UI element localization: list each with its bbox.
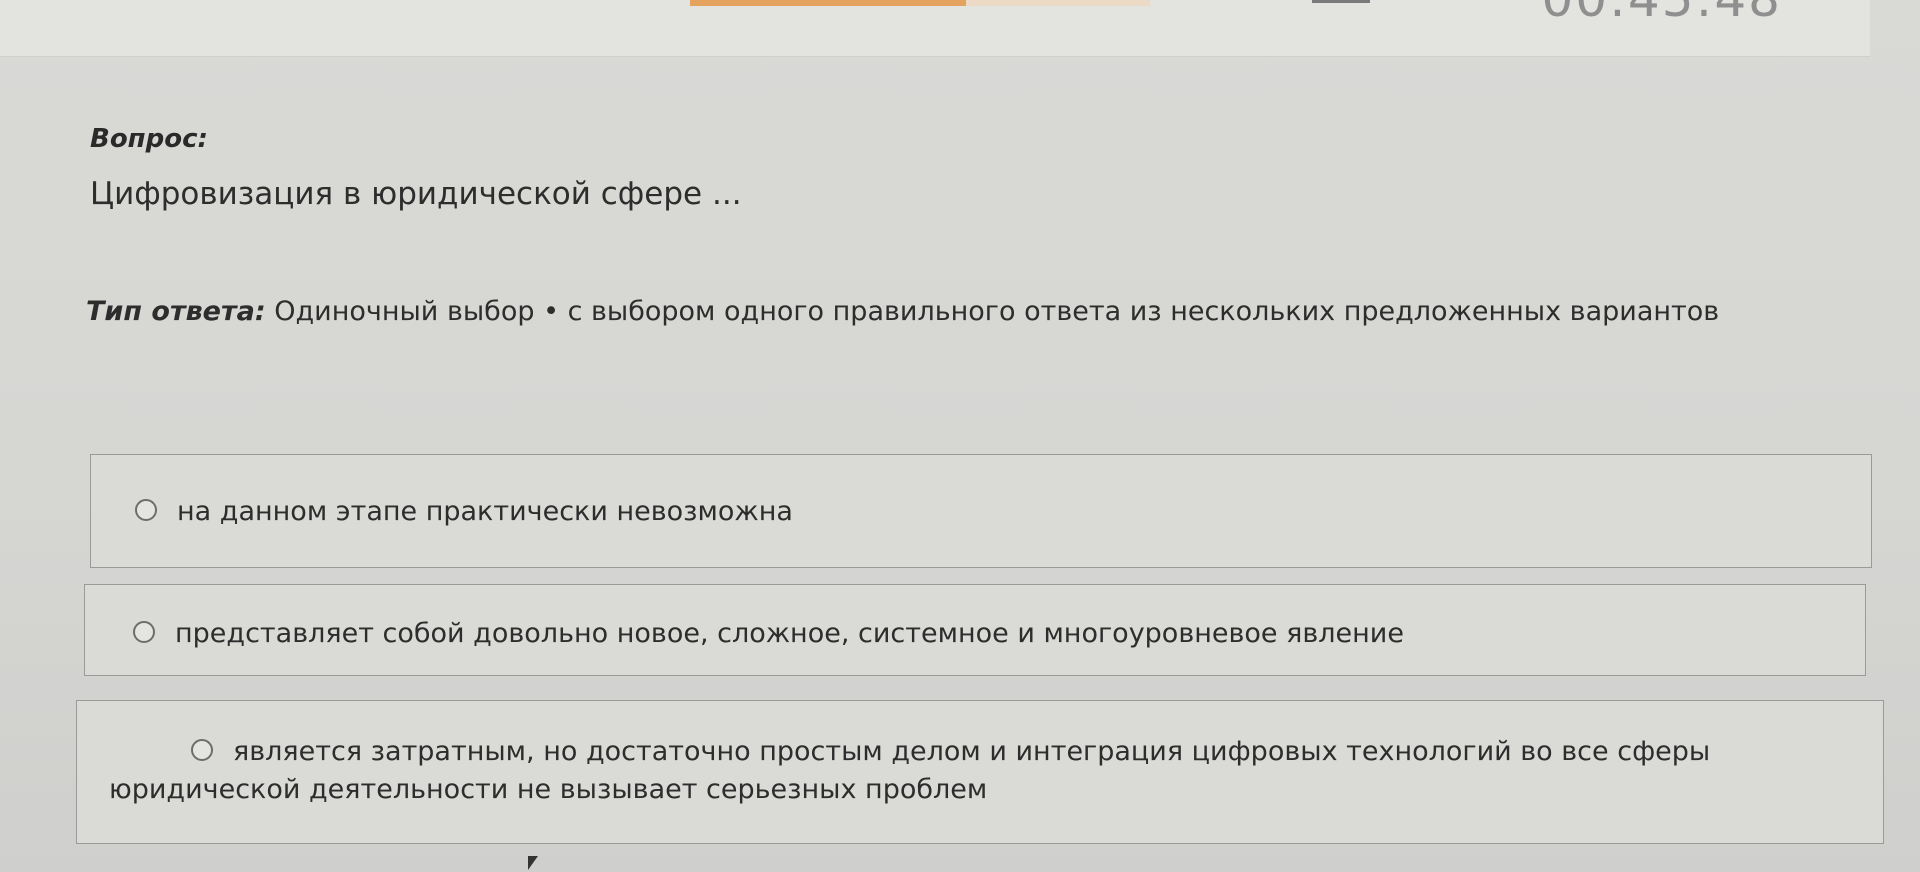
answer-type-label: Тип ответа:: [86, 296, 266, 327]
question-text: Цифровизация в юридической сфере ...: [90, 176, 742, 212]
answer-type: Тип ответа: Одиночный выбор • с выбором …: [86, 296, 1719, 327]
question-label: Вопрос:: [90, 124, 208, 154]
answer-option-label: является затратным, но достаточно просты…: [109, 736, 1711, 806]
toolbar-dash: [1312, 0, 1370, 3]
progress-fill: [690, 0, 966, 6]
timer: 00:45:48: [1541, 0, 1782, 28]
answer-type-value: Одиночный выбор • с выбором одного прави…: [274, 296, 1720, 327]
progress-bar: [690, 0, 1150, 6]
answer-option-label: на данном этапе практически невозможна: [177, 496, 793, 527]
radio-button-icon[interactable]: [135, 499, 157, 521]
radio-button-icon[interactable]: [191, 739, 213, 761]
radio-button-icon[interactable]: [133, 621, 155, 643]
mouse-cursor-icon: [528, 856, 538, 870]
answer-option-2[interactable]: представляет собой довольно новое, сложн…: [84, 584, 1866, 676]
answer-option-3[interactable]: является затратным, но достаточно просты…: [76, 700, 1884, 844]
answer-option-label: представляет собой довольно новое, сложн…: [175, 618, 1404, 649]
answer-option-1[interactable]: на данном этапе практически невозможна: [90, 454, 1872, 568]
top-bar: 00:45:48: [0, 0, 1870, 57]
